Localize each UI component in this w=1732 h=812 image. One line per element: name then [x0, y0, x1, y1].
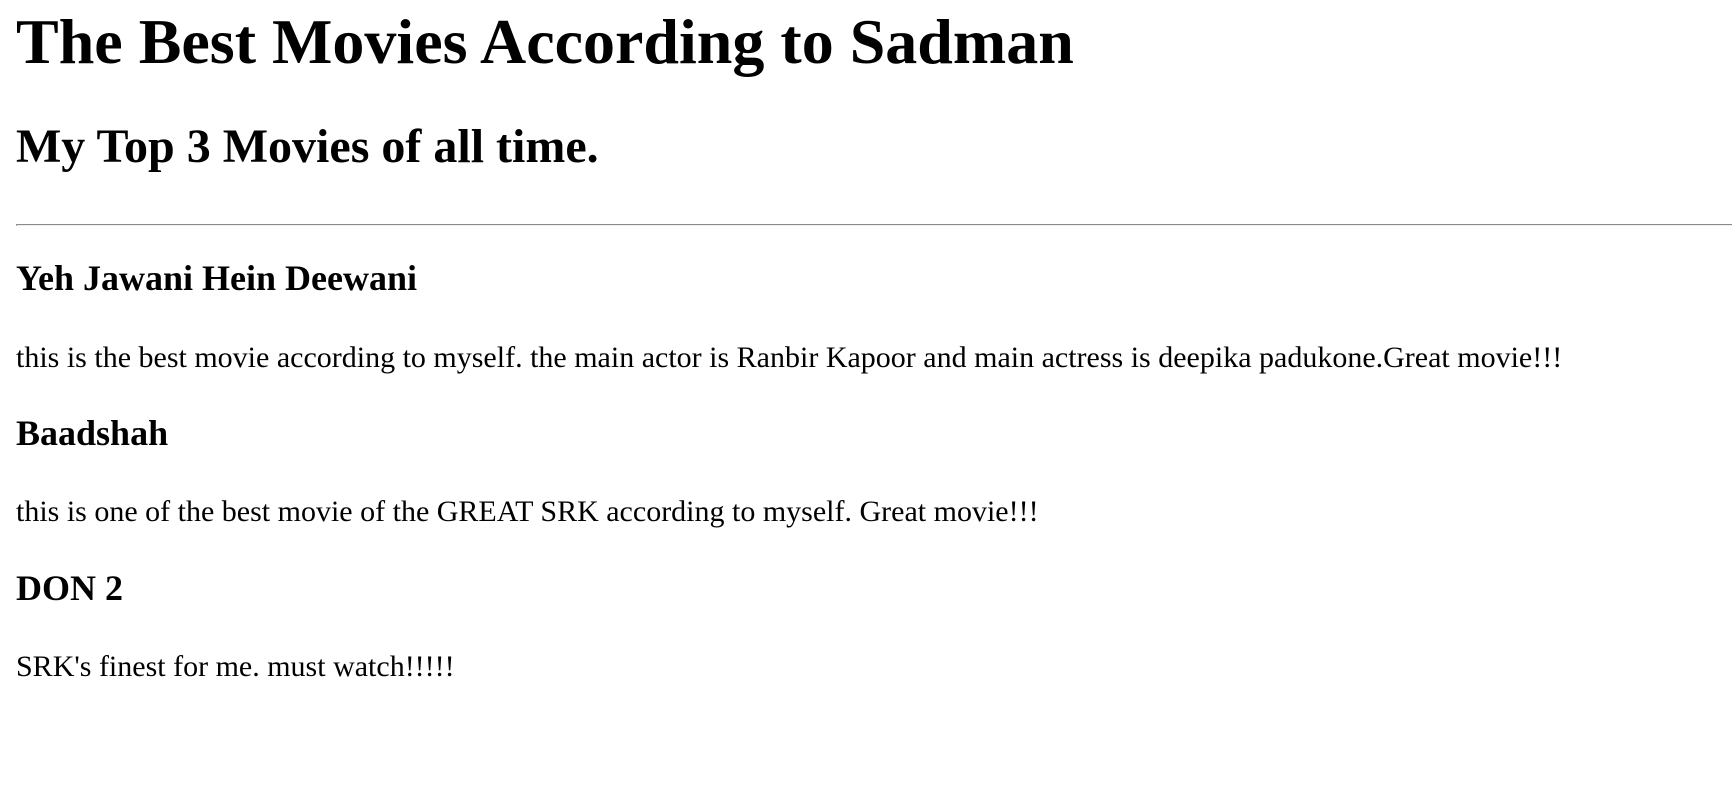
- movie-description: this is the best movie according to myse…: [16, 341, 1563, 374]
- movie-title: Baadshah: [16, 413, 169, 453]
- page-subtitle: My Top 3 Movies of all time.: [16, 120, 599, 173]
- movie-description: SRK's finest for me. must watch!!!!!: [16, 650, 455, 683]
- movie-title: DON 2: [16, 568, 123, 608]
- horizontal-divider: [16, 224, 1732, 226]
- movie-description: this is one of the best movie of the GRE…: [16, 495, 1039, 528]
- page-title: The Best Movies According to Sadman: [16, 6, 1074, 77]
- movie-title: Yeh Jawani Hein Deewani: [16, 258, 418, 298]
